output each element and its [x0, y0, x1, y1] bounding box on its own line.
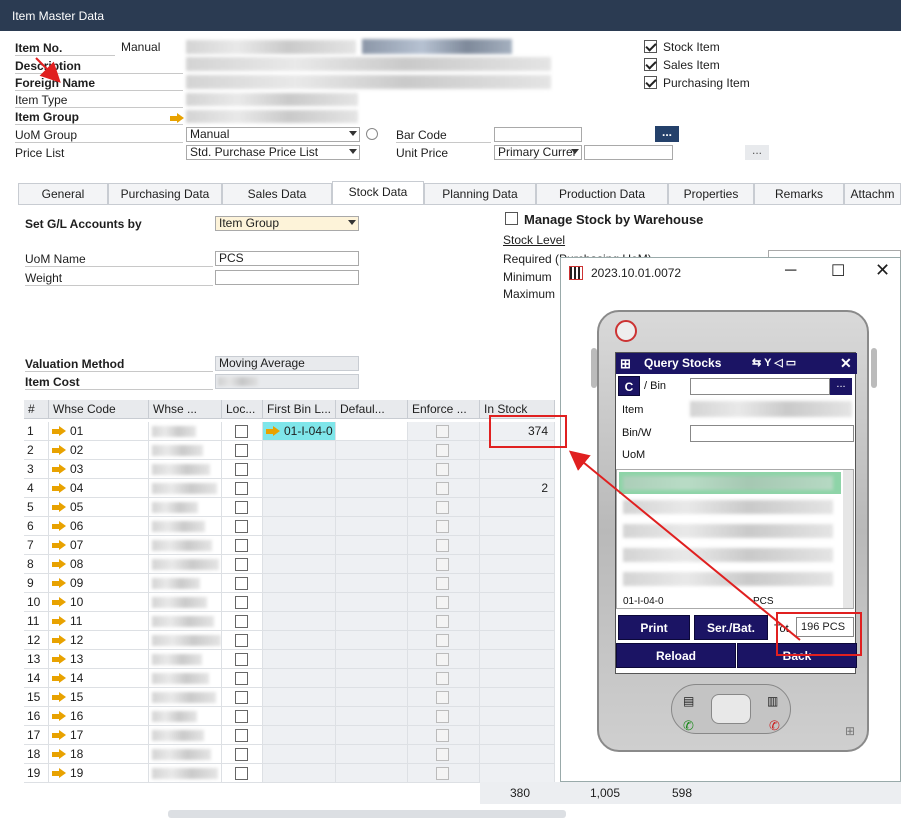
annotation-arrows	[35, 57, 801, 641]
